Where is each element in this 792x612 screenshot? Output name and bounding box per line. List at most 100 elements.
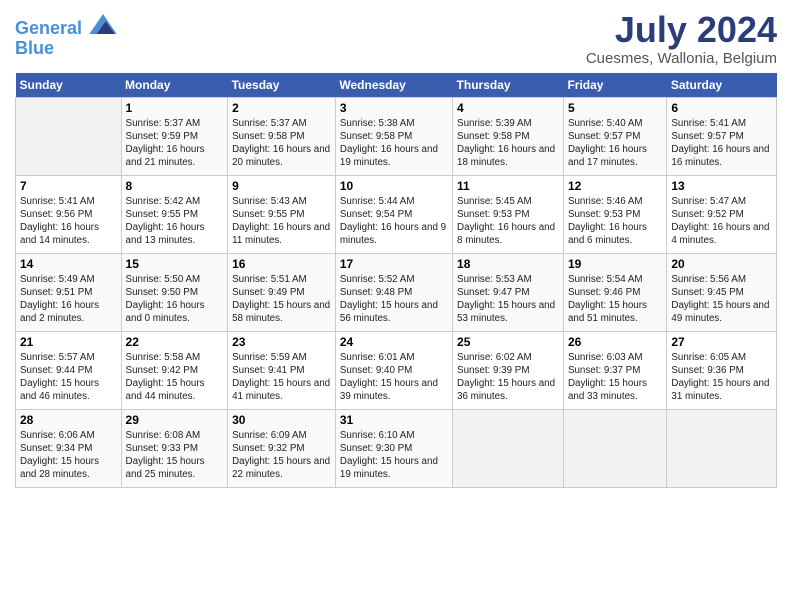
day-info: Sunrise: 5:46 AM Sunset: 9:53 PM Dayligh… (568, 195, 662, 248)
table-row: 16 Sunrise: 5:51 AM Sunset: 9:49 PM Dayl… (228, 253, 336, 331)
day-number: 22 (126, 335, 224, 349)
sunrise-text: Sunrise: 5:47 AM (671, 196, 746, 207)
sunset-text: Sunset: 9:48 PM (340, 287, 412, 298)
day-number: 17 (340, 257, 448, 271)
table-row: 10 Sunrise: 5:44 AM Sunset: 9:54 PM Dayl… (335, 175, 452, 253)
sunset-text: Sunset: 9:57 PM (568, 131, 640, 142)
logo-general: General (15, 18, 82, 38)
sunset-text: Sunset: 9:52 PM (671, 209, 743, 220)
sunset-text: Sunset: 9:34 PM (20, 443, 92, 454)
daylight-text: Daylight: 15 hours and 53 minutes. (457, 300, 555, 324)
table-row: 12 Sunrise: 5:46 AM Sunset: 9:53 PM Dayl… (563, 175, 666, 253)
title-block: July 2024 Cuesmes, Wallonia, Belgium (586, 10, 777, 67)
sunset-text: Sunset: 9:33 PM (126, 443, 198, 454)
table-row: 11 Sunrise: 5:45 AM Sunset: 9:53 PM Dayl… (453, 175, 564, 253)
daylight-text: Daylight: 15 hours and 51 minutes. (568, 300, 647, 324)
day-number: 30 (232, 413, 331, 427)
table-row: 29 Sunrise: 6:08 AM Sunset: 9:33 PM Dayl… (121, 409, 228, 487)
day-number: 16 (232, 257, 331, 271)
day-info: Sunrise: 5:56 AM Sunset: 9:45 PM Dayligh… (671, 273, 772, 326)
sunrise-text: Sunrise: 5:59 AM (232, 352, 307, 363)
sunset-text: Sunset: 9:32 PM (232, 443, 304, 454)
daylight-text: Daylight: 15 hours and 49 minutes. (671, 300, 769, 324)
table-row (563, 409, 666, 487)
daylight-text: Daylight: 15 hours and 25 minutes. (126, 456, 205, 480)
daylight-text: Daylight: 16 hours and 8 minutes. (457, 222, 555, 246)
daylight-text: Daylight: 15 hours and 46 minutes. (20, 378, 99, 402)
table-row: 2 Sunrise: 5:37 AM Sunset: 9:58 PM Dayli… (228, 97, 336, 175)
sunrise-text: Sunrise: 5:38 AM (340, 118, 415, 129)
day-number: 24 (340, 335, 448, 349)
day-number: 11 (457, 179, 559, 193)
table-row: 19 Sunrise: 5:54 AM Sunset: 9:46 PM Dayl… (563, 253, 666, 331)
sunset-text: Sunset: 9:51 PM (20, 287, 92, 298)
table-row: 20 Sunrise: 5:56 AM Sunset: 9:45 PM Dayl… (667, 253, 777, 331)
day-info: Sunrise: 5:45 AM Sunset: 9:53 PM Dayligh… (457, 195, 559, 248)
sunset-text: Sunset: 9:59 PM (126, 131, 198, 142)
sunset-text: Sunset: 9:53 PM (568, 209, 640, 220)
sunset-text: Sunset: 9:45 PM (671, 287, 743, 298)
day-info: Sunrise: 5:53 AM Sunset: 9:47 PM Dayligh… (457, 273, 559, 326)
daylight-text: Daylight: 15 hours and 36 minutes. (457, 378, 555, 402)
daylight-text: Daylight: 15 hours and 58 minutes. (232, 300, 330, 324)
sunrise-text: Sunrise: 5:54 AM (568, 274, 643, 285)
table-row: 28 Sunrise: 6:06 AM Sunset: 9:34 PM Dayl… (16, 409, 122, 487)
day-number: 9 (232, 179, 331, 193)
day-number: 20 (671, 257, 772, 271)
day-info: Sunrise: 6:10 AM Sunset: 9:30 PM Dayligh… (340, 429, 448, 482)
table-row (16, 97, 122, 175)
daylight-text: Daylight: 16 hours and 18 minutes. (457, 144, 555, 168)
sunrise-text: Sunrise: 5:51 AM (232, 274, 307, 285)
sunset-text: Sunset: 9:54 PM (340, 209, 412, 220)
day-number: 15 (126, 257, 224, 271)
day-info: Sunrise: 6:02 AM Sunset: 9:39 PM Dayligh… (457, 351, 559, 404)
day-info: Sunrise: 5:51 AM Sunset: 9:49 PM Dayligh… (232, 273, 331, 326)
sunrise-text: Sunrise: 5:41 AM (671, 118, 746, 129)
sunset-text: Sunset: 9:42 PM (126, 365, 198, 376)
sunrise-text: Sunrise: 5:56 AM (671, 274, 746, 285)
sunset-text: Sunset: 9:58 PM (340, 131, 412, 142)
table-row: 7 Sunrise: 5:41 AM Sunset: 9:56 PM Dayli… (16, 175, 122, 253)
table-row: 14 Sunrise: 5:49 AM Sunset: 9:51 PM Dayl… (16, 253, 122, 331)
daylight-text: Daylight: 16 hours and 19 minutes. (340, 144, 438, 168)
day-number: 29 (126, 413, 224, 427)
day-info: Sunrise: 5:54 AM Sunset: 9:46 PM Dayligh… (568, 273, 662, 326)
day-number: 27 (671, 335, 772, 349)
logo-icon (89, 14, 117, 34)
sunset-text: Sunset: 9:44 PM (20, 365, 92, 376)
sunrise-text: Sunrise: 6:09 AM (232, 430, 307, 441)
sunset-text: Sunset: 9:56 PM (20, 209, 92, 220)
day-info: Sunrise: 5:52 AM Sunset: 9:48 PM Dayligh… (340, 273, 448, 326)
sunset-text: Sunset: 9:36 PM (671, 365, 743, 376)
calendar-week-row: 21 Sunrise: 5:57 AM Sunset: 9:44 PM Dayl… (16, 331, 777, 409)
day-info: Sunrise: 5:41 AM Sunset: 9:57 PM Dayligh… (671, 117, 772, 170)
table-row (667, 409, 777, 487)
daylight-text: Daylight: 15 hours and 39 minutes. (340, 378, 438, 402)
day-info: Sunrise: 5:40 AM Sunset: 9:57 PM Dayligh… (568, 117, 662, 170)
sunrise-text: Sunrise: 6:03 AM (568, 352, 643, 363)
day-info: Sunrise: 6:03 AM Sunset: 9:37 PM Dayligh… (568, 351, 662, 404)
calendar-week-row: 1 Sunrise: 5:37 AM Sunset: 9:59 PM Dayli… (16, 97, 777, 175)
table-row: 3 Sunrise: 5:38 AM Sunset: 9:58 PM Dayli… (335, 97, 452, 175)
sunset-text: Sunset: 9:58 PM (232, 131, 304, 142)
sunrise-text: Sunrise: 5:39 AM (457, 118, 532, 129)
daylight-text: Daylight: 16 hours and 13 minutes. (126, 222, 205, 246)
sunset-text: Sunset: 9:57 PM (671, 131, 743, 142)
sunset-text: Sunset: 9:41 PM (232, 365, 304, 376)
calendar-week-row: 14 Sunrise: 5:49 AM Sunset: 9:51 PM Dayl… (16, 253, 777, 331)
day-info: Sunrise: 5:37 AM Sunset: 9:59 PM Dayligh… (126, 117, 224, 170)
daylight-text: Daylight: 16 hours and 21 minutes. (126, 144, 205, 168)
sunset-text: Sunset: 9:58 PM (457, 131, 529, 142)
day-number: 5 (568, 101, 662, 115)
table-row: 15 Sunrise: 5:50 AM Sunset: 9:50 PM Dayl… (121, 253, 228, 331)
day-info: Sunrise: 5:47 AM Sunset: 9:52 PM Dayligh… (671, 195, 772, 248)
page-container: General Blue July 2024 Cuesmes, Wallonia… (0, 0, 792, 498)
sunrise-text: Sunrise: 5:37 AM (126, 118, 201, 129)
day-info: Sunrise: 5:37 AM Sunset: 9:58 PM Dayligh… (232, 117, 331, 170)
header-friday: Friday (563, 73, 666, 98)
header-saturday: Saturday (667, 73, 777, 98)
day-info: Sunrise: 6:05 AM Sunset: 9:36 PM Dayligh… (671, 351, 772, 404)
sunrise-text: Sunrise: 5:40 AM (568, 118, 643, 129)
day-number: 3 (340, 101, 448, 115)
logo: General Blue (15, 14, 117, 59)
